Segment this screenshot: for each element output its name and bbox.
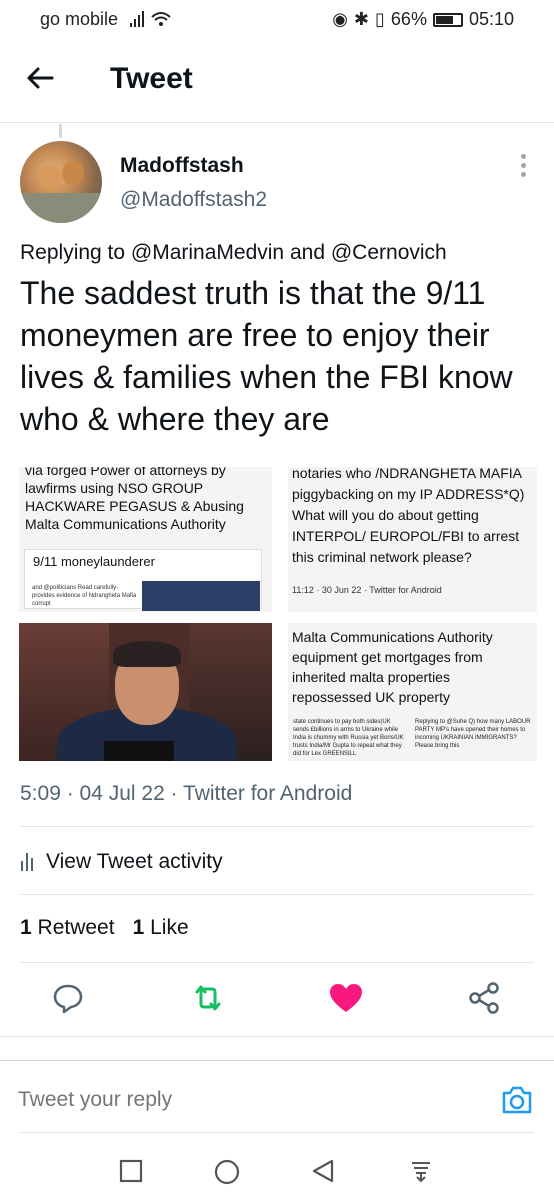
divider bbox=[20, 826, 534, 827]
retweet-button[interactable] bbox=[190, 980, 230, 1020]
media-2-meta: 11:12 · 30 Jun 22 · Twitter for Android bbox=[292, 585, 442, 595]
tweet-text: The saddest truth is that the 9/11 money… bbox=[20, 275, 513, 437]
divider bbox=[20, 962, 534, 963]
page-title: Tweet bbox=[110, 62, 193, 95]
back-button[interactable] bbox=[24, 62, 64, 102]
divider bbox=[20, 1132, 534, 1133]
like-button[interactable] bbox=[327, 980, 367, 1020]
reply-input[interactable] bbox=[18, 1088, 438, 1112]
media-1-text: via forged Power of attorneys by lawfirm… bbox=[25, 467, 244, 532]
bluetooth-icon: ✱ bbox=[353, 9, 370, 29]
triangle-back-icon bbox=[312, 1159, 334, 1183]
embedded-card: 9/11 moneylaunderer and @politicians Rea… bbox=[24, 549, 262, 611]
bar-chart-icon bbox=[20, 853, 36, 871]
pull-down-icon bbox=[412, 1162, 430, 1183]
battery-icon bbox=[432, 12, 463, 27]
media-4-subtext-left: state continues to pay both sides(UK sen… bbox=[293, 719, 404, 757]
signal-wifi-icon bbox=[130, 9, 174, 32]
nav-back-button[interactable] bbox=[310, 1158, 338, 1186]
embedded-card-image: December 14, 2016 bbox=[142, 573, 260, 611]
media-4-text: Malta Communications Authority equipment… bbox=[292, 629, 493, 705]
like-count[interactable]: 1 Like bbox=[133, 916, 189, 940]
recents-button[interactable] bbox=[118, 1158, 146, 1186]
replying-and: and bbox=[289, 241, 326, 264]
mention-link[interactable]: @Cernovich bbox=[331, 241, 447, 264]
circle-icon bbox=[214, 1159, 240, 1185]
replying-to: Replying to @MarinaMedvin and @Cernovich bbox=[20, 241, 447, 265]
home-button[interactable] bbox=[213, 1158, 241, 1186]
embedded-card-text: and @politicians Read carefully-provides… bbox=[32, 585, 137, 607]
replying-prefix: Replying to bbox=[20, 241, 126, 264]
divider bbox=[0, 1036, 554, 1037]
divider bbox=[0, 1060, 554, 1061]
media-image-4[interactable]: Malta Communications Authority equipment… bbox=[288, 623, 537, 761]
embedded-card-date: December 14, 2016 bbox=[172, 573, 225, 579]
more-options-button[interactable] bbox=[514, 154, 532, 180]
status-bar: go mobile ◉ ✱ ▯ 66% 05:10 bbox=[0, 0, 554, 40]
media-grid: via forged Power of attorneys by lawfirm… bbox=[19, 467, 537, 761]
notification-pull-button[interactable] bbox=[408, 1158, 436, 1186]
heart-icon bbox=[330, 984, 362, 1012]
divider bbox=[20, 894, 534, 895]
reply-composer bbox=[0, 1070, 554, 1134]
camera-button[interactable] bbox=[500, 1084, 534, 1116]
header-divider bbox=[0, 122, 554, 123]
eye-icon: ◉ bbox=[332, 9, 348, 29]
media-2-text: notaries who /NDRANGHETA MAFIA piggyback… bbox=[292, 467, 525, 565]
media-image-3[interactable] bbox=[19, 623, 272, 761]
speech-bubble-icon bbox=[53, 984, 83, 1014]
retweet-icon bbox=[195, 985, 221, 1011]
share-icon bbox=[469, 982, 499, 1014]
author-name[interactable]: Madoffstash bbox=[120, 154, 244, 178]
camera-icon bbox=[502, 1086, 532, 1114]
retweet-count[interactable]: 1 Retweet bbox=[20, 916, 115, 940]
vibrate-icon: ▯ bbox=[375, 9, 385, 29]
square-icon bbox=[119, 1159, 143, 1183]
author-handle[interactable]: @Madoffstash2 bbox=[120, 188, 267, 212]
mention-link[interactable]: @MarinaMedvin bbox=[131, 241, 284, 264]
tweet-timestamp[interactable]: 5:09 · 04 Jul 22 · Twitter for Android bbox=[20, 782, 352, 806]
system-nav-bar bbox=[0, 1150, 554, 1200]
media-image-2[interactable]: notaries who /NDRANGHETA MAFIA piggyback… bbox=[288, 467, 537, 612]
share-button[interactable] bbox=[466, 980, 506, 1020]
clock: 05:10 bbox=[468, 9, 514, 29]
reply-button[interactable] bbox=[50, 980, 90, 1020]
status-right: ◉ ✱ ▯ 66% 05:10 bbox=[332, 9, 514, 30]
thread-line bbox=[59, 124, 62, 138]
media-4-subtext-right: Replying to @Suhe Q) how many LABOUR PAR… bbox=[415, 719, 531, 749]
engagement-counts: 1 Retweet 1 Like bbox=[20, 916, 189, 940]
media-image-1[interactable]: via forged Power of attorneys by lawfirm… bbox=[19, 467, 272, 612]
avatar[interactable] bbox=[20, 141, 102, 223]
arrow-left-icon bbox=[27, 67, 54, 89]
view-activity-label: View Tweet activity bbox=[46, 850, 223, 873]
embedded-card-title: 9/11 moneylaunderer bbox=[33, 554, 155, 569]
app-header: Tweet bbox=[0, 50, 554, 114]
action-bar bbox=[0, 980, 554, 1020]
view-activity-button[interactable]: View Tweet activity bbox=[20, 846, 223, 878]
battery-percent: 66% bbox=[390, 9, 427, 29]
carrier-label: go mobile bbox=[40, 9, 119, 29]
